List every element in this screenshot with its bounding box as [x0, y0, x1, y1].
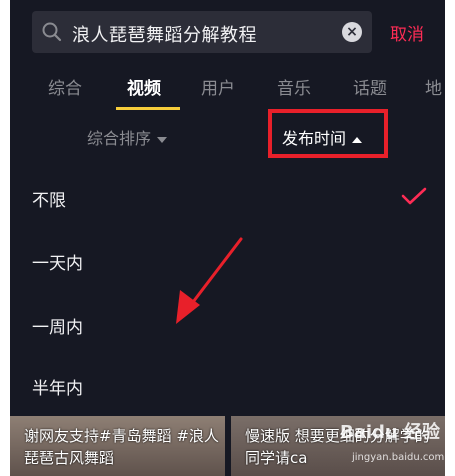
active-tab-indicator	[116, 107, 180, 110]
tab-bar: 综合 视频 用户 音乐 话题 地	[10, 74, 445, 114]
option-one-week[interactable]: 一周内	[32, 313, 83, 338]
sort-dropdown[interactable]: 综合排序	[87, 125, 168, 149]
search-query: 浪人琵琶舞蹈分解教程	[72, 25, 257, 46]
annotation-highlight-box	[268, 109, 388, 158]
tab-video[interactable]: 视频	[127, 74, 161, 99]
tab-topics[interactable]: 话题	[353, 74, 387, 99]
baidu-watermark-url: jingyan.baidu.com	[352, 452, 445, 463]
tab-music[interactable]: 音乐	[277, 74, 311, 99]
clear-icon[interactable]: ×	[342, 22, 362, 42]
app-screen: 浪人琵琶舞蹈分解教程 × 取消 综合 视频 用户 音乐 话题 地 综合排序 发布…	[10, 0, 445, 476]
tab-users[interactable]: 用户	[201, 74, 235, 99]
tab-location[interactable]: 地	[425, 74, 442, 99]
option-unlimited[interactable]: 不限	[32, 186, 66, 211]
caret-down-icon	[157, 136, 168, 143]
tab-general[interactable]: 综合	[48, 74, 82, 99]
search-input[interactable]: 浪人琵琶舞蹈分解教程 ×	[32, 11, 372, 53]
cancel-button[interactable]: 取消	[390, 20, 424, 45]
search-icon	[42, 22, 62, 42]
annotation-arrow	[176, 237, 243, 324]
option-one-day[interactable]: 一天内	[32, 249, 83, 274]
checkmark-icon	[401, 187, 427, 205]
video-card-caption: 谢网友支持#青岛舞蹈 #浪人琵琶古风舞蹈	[24, 427, 219, 467]
video-card[interactable]: 谢网友支持#青岛舞蹈 #浪人琵琶古风舞蹈	[10, 416, 225, 476]
sort-label: 综合排序	[87, 129, 152, 148]
baidu-watermark: Baidu 经验	[340, 422, 441, 443]
option-half-year[interactable]: 半年内	[32, 374, 83, 399]
